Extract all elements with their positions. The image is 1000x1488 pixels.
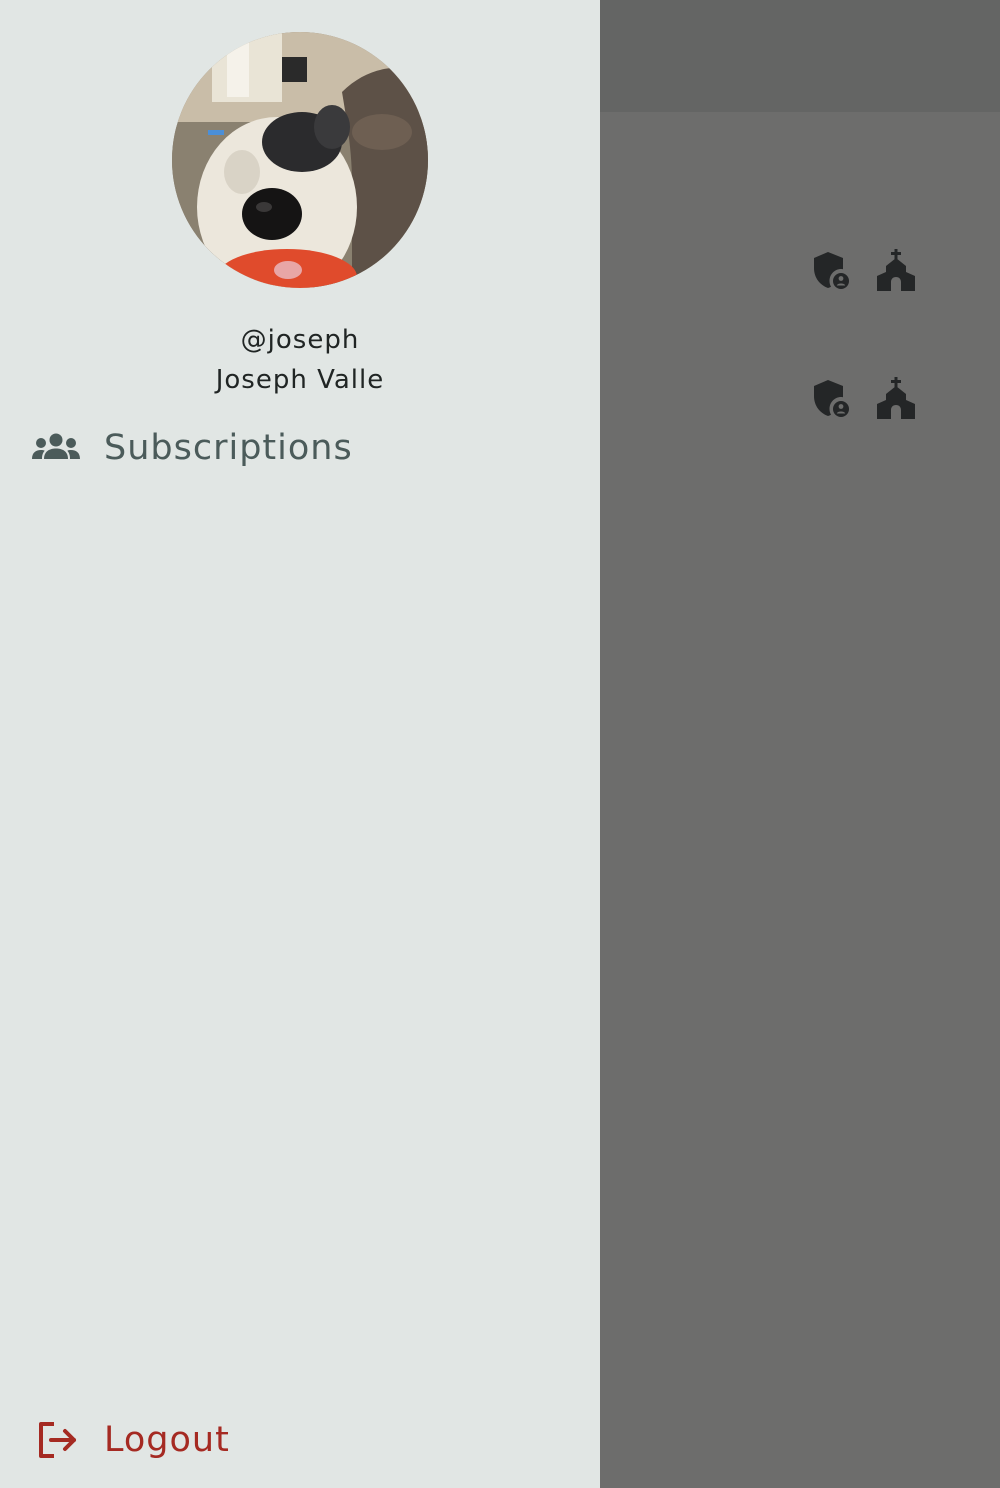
- avatar[interactable]: [172, 32, 428, 288]
- church-icon[interactable]: [874, 248, 918, 292]
- church-icon[interactable]: [874, 376, 918, 420]
- nav-item-label: Subscriptions: [104, 428, 353, 468]
- role-icons-row: [808, 248, 918, 292]
- logout-button[interactable]: Logout: [28, 1412, 230, 1468]
- group-icon: [28, 420, 84, 476]
- profile-username: @joseph: [240, 325, 360, 355]
- shield-person-icon[interactable]: [808, 248, 852, 292]
- role-icons-row: [808, 376, 918, 420]
- logout-label: Logout: [104, 1420, 230, 1460]
- nav-item-subscriptions[interactable]: Subscriptions: [28, 420, 353, 476]
- profile-full-name: Joseph Valle: [215, 365, 385, 395]
- logout-icon: [28, 1412, 84, 1468]
- shield-person-icon[interactable]: [808, 376, 852, 420]
- navigation-drawer: @joseph Joseph Valle Subscriptions Logou…: [0, 0, 600, 1488]
- app-root: @joseph Joseph Valle Subscriptions Logou…: [0, 0, 1000, 1488]
